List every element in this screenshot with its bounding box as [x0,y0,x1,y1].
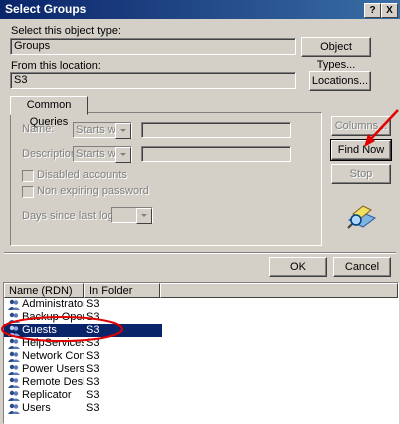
tab-common-queries[interactable]: Common Queries [10,96,88,128]
disabled-accounts-label: Disabled accounts [37,169,127,181]
row-folder: S3 [86,389,100,401]
table-row[interactable]: Users S3 [4,402,398,415]
row-folder: S3 [86,363,100,375]
location-value: S3 [14,74,28,86]
cancel-button-label: Cancel [344,261,380,273]
group-icon [8,390,20,401]
group-icon [8,364,20,375]
row-folder: S3 [86,350,100,362]
separator [4,252,396,254]
row-name: Replicator [22,389,72,401]
column-header-filler [160,283,398,298]
locations-button-label: Locations... [311,75,369,87]
chevron-down-icon [115,147,131,163]
stop-button[interactable]: Stop [331,164,391,184]
annotation-circle-icon [1,316,123,342]
column-header-name[interactable]: Name (RDN) [4,283,84,298]
description-input[interactable] [141,146,291,162]
non-expiring-checkbox[interactable] [22,186,34,198]
table-row[interactable]: Remote Desk... S3 [4,376,398,389]
locations-button[interactable]: Locations... [309,71,371,91]
table-row[interactable]: Network Confi... S3 [4,350,398,363]
table-row[interactable]: Replicator S3 [4,389,398,402]
table-row[interactable]: Administrators S3 [4,298,398,311]
object-types-button-label: Object Types... [316,41,356,71]
row-name: Network Confi... [22,350,84,362]
results-list[interactable]: Name (RDN) In Folder Administrators S3 B… [3,282,399,424]
column-header-folder[interactable]: In Folder [84,283,160,298]
group-icon [8,403,20,414]
object-type-label: Select this object type: [11,25,122,37]
name-input[interactable] [141,122,291,138]
name-label: Name: [22,123,55,135]
days-since-logon-select[interactable] [111,207,153,224]
group-icon [8,299,20,310]
location-field: S3 [10,72,296,89]
search-animation-icon [345,200,377,230]
row-folder: S3 [86,402,100,414]
row-name: Remote Desk... [22,376,84,388]
table-row[interactable]: Power Users S3 [4,363,398,376]
object-type-value: Groups [14,40,51,52]
object-types-button[interactable]: Object Types... [301,37,371,71]
stop-button-label: Stop [349,168,373,180]
description-mode-select[interactable]: Starts with [73,146,132,163]
row-folder: S3 [86,298,100,310]
chevron-down-icon [136,208,152,224]
help-button[interactable]: ? [364,3,381,18]
object-type-field: Groups [10,38,296,55]
group-icon [8,377,20,388]
location-label: From this location: [11,60,101,72]
row-name: Users [22,402,51,414]
row-name: Power Users [22,363,84,375]
ok-button[interactable]: OK [269,257,327,277]
ok-button-label: OK [290,261,306,273]
chevron-down-icon [115,123,131,139]
non-expiring-label: Non expiring password [37,185,149,197]
close-button[interactable]: X [381,3,398,18]
cancel-button[interactable]: Cancel [333,257,391,277]
annotation-arrow-icon [364,109,399,147]
window-title: Select Groups [5,2,87,16]
row-name: Administrators [22,298,84,310]
disabled-accounts-checkbox[interactable] [22,170,34,182]
name-mode-select[interactable]: Starts with [73,122,132,139]
group-icon [8,351,20,362]
description-label: Description: [22,148,81,160]
row-folder: S3 [86,376,100,388]
